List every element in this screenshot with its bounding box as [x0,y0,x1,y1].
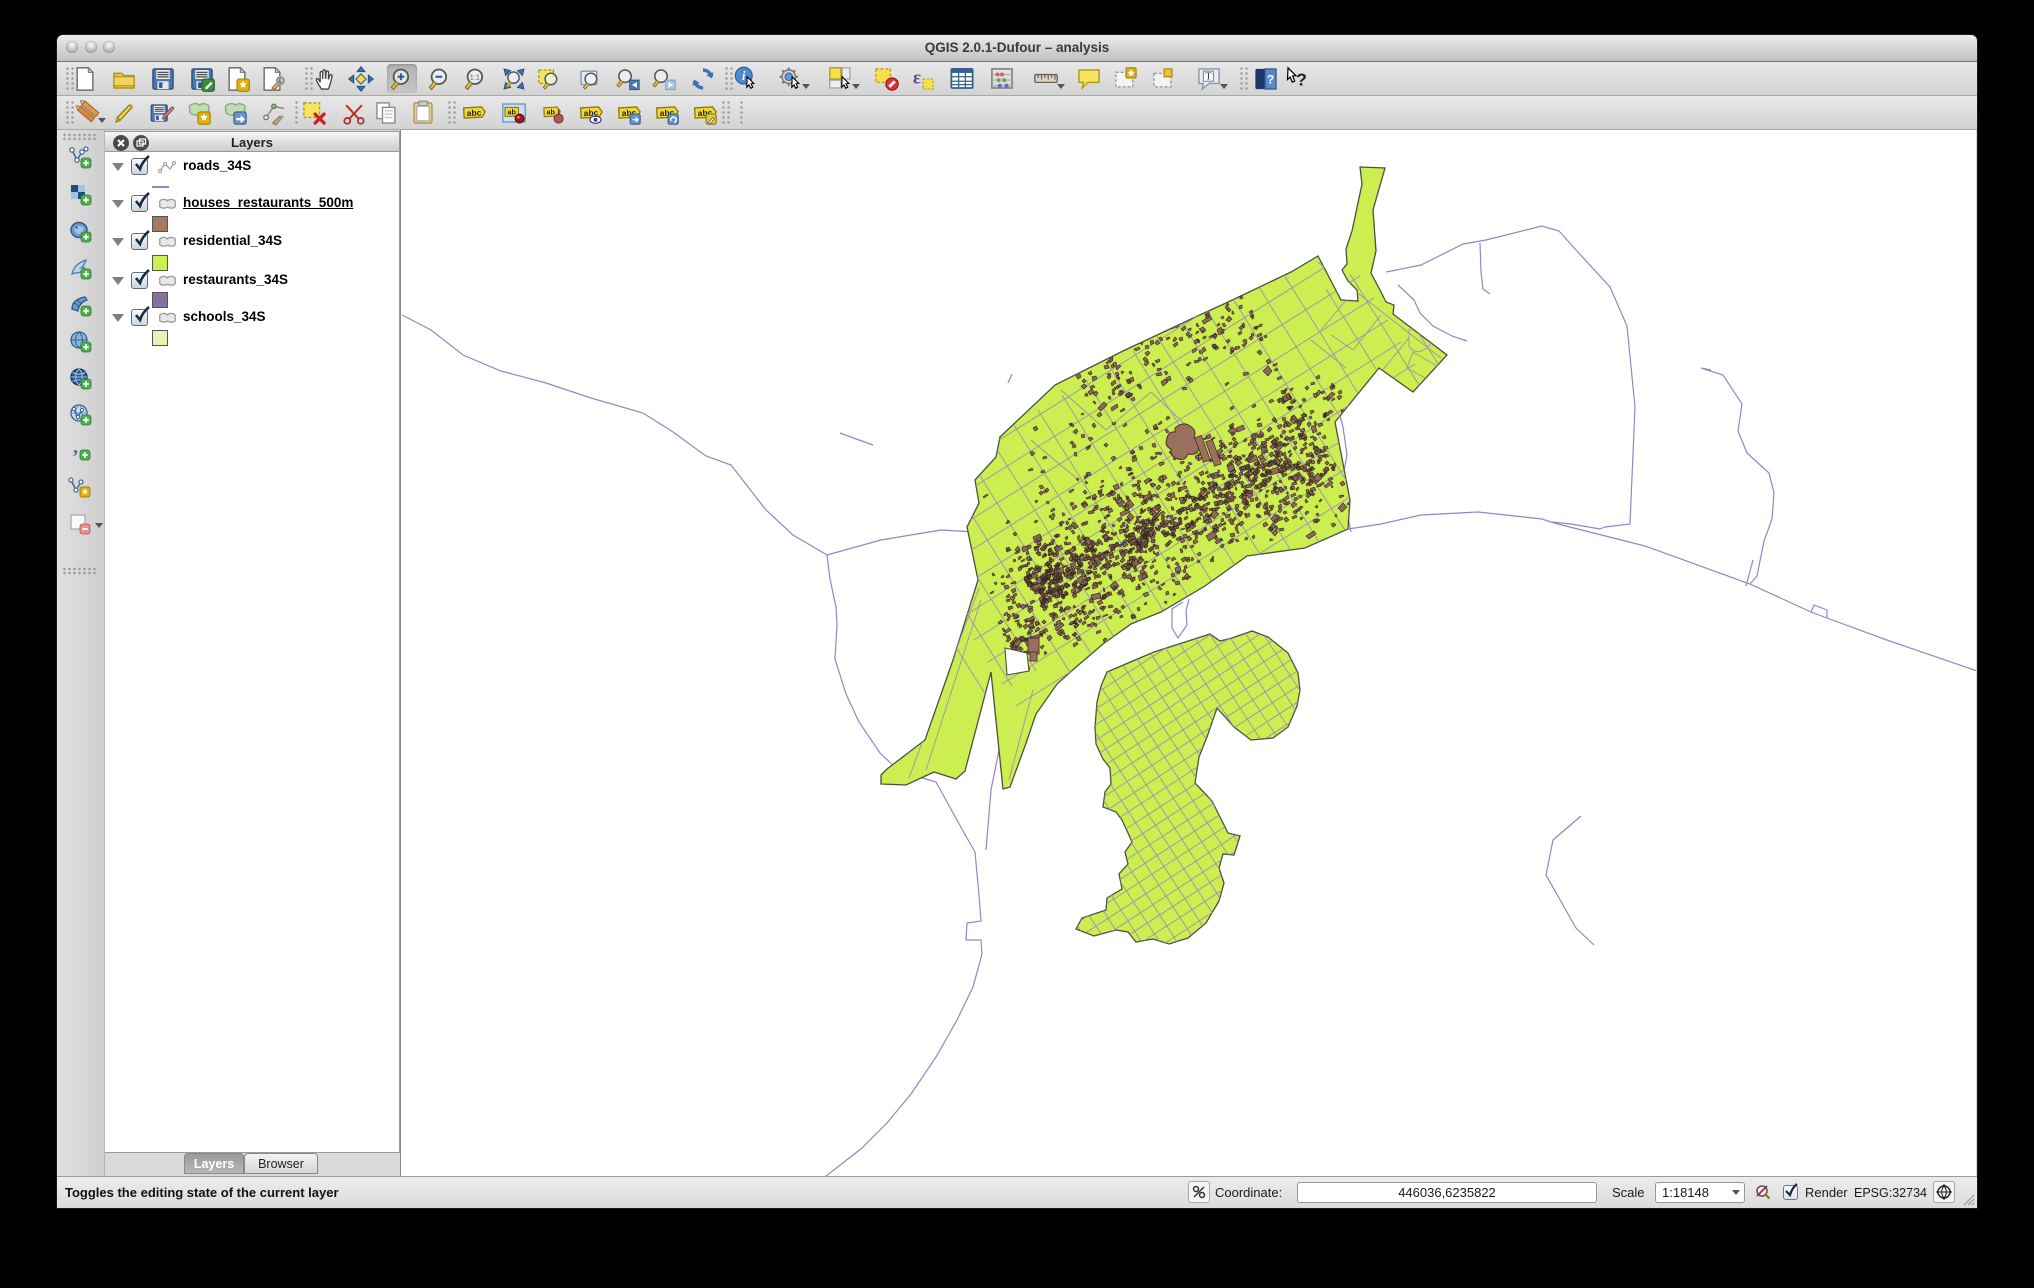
svg-text:T: T [1205,71,1211,82]
svg-text:1:1: 1:1 [470,72,480,81]
svg-text:i: i [742,69,746,83]
svg-text:?: ? [1296,69,1307,89]
svg-text:,: , [73,438,78,458]
svg-text:abc: abc [467,107,482,118]
svg-text:ε: ε [913,67,921,88]
svg-text:ab: ab [547,107,556,116]
svg-text:ab: ab [508,107,517,116]
svg-text:?: ? [1267,72,1275,86]
